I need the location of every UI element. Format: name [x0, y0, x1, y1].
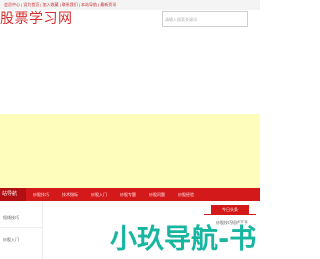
nav-item-1[interactable]: 技术指标 [62, 188, 78, 201]
nav-brand[interactable]: 站导航 [0, 188, 26, 201]
sidebar-divider [0, 227, 42, 228]
hot-news-tab[interactable]: 今日头条 [211, 205, 249, 214]
search-box[interactable] [162, 11, 248, 27]
main-nav: 站导航 炒股技巧 技术指标 炒股入门 炒股专题 炒股问题 炒股经验 [0, 188, 260, 201]
top-notice-bar: 会员中心 | 设为首页 | 加入收藏 | 联系我们 | 本站导航 | 最新资讯 [0, 0, 260, 10]
sidebar-item-1[interactable]: 炒股入门 [3, 237, 19, 243]
search-input[interactable] [165, 14, 243, 24]
sidebar-item-0[interactable]: 短线技巧 [3, 215, 19, 221]
watermark-logo: 小玖导航-书 小玖导航-书 [110, 221, 258, 257]
sidebar: 短线技巧 炒股入门 [0, 201, 43, 259]
site-title[interactable]: 股票学习网 [0, 10, 110, 28]
nav-item-5[interactable]: 炒股经验 [178, 188, 194, 201]
watermark-text: 小玖导航-书 [110, 223, 256, 255]
nav-item-3[interactable]: 炒股专题 [120, 188, 136, 201]
top-notice-text: 会员中心 | 设为首页 | 加入收藏 | 联系我们 | 本站导航 | 最新资讯 [4, 2, 117, 7]
nav-item-2[interactable]: 炒股入门 [91, 188, 107, 201]
nav-item-4[interactable]: 炒股问题 [149, 188, 165, 201]
hot-news-underline [204, 214, 256, 215]
nav-item-0[interactable]: 炒股技巧 [33, 188, 49, 201]
banner-area [0, 114, 260, 188]
